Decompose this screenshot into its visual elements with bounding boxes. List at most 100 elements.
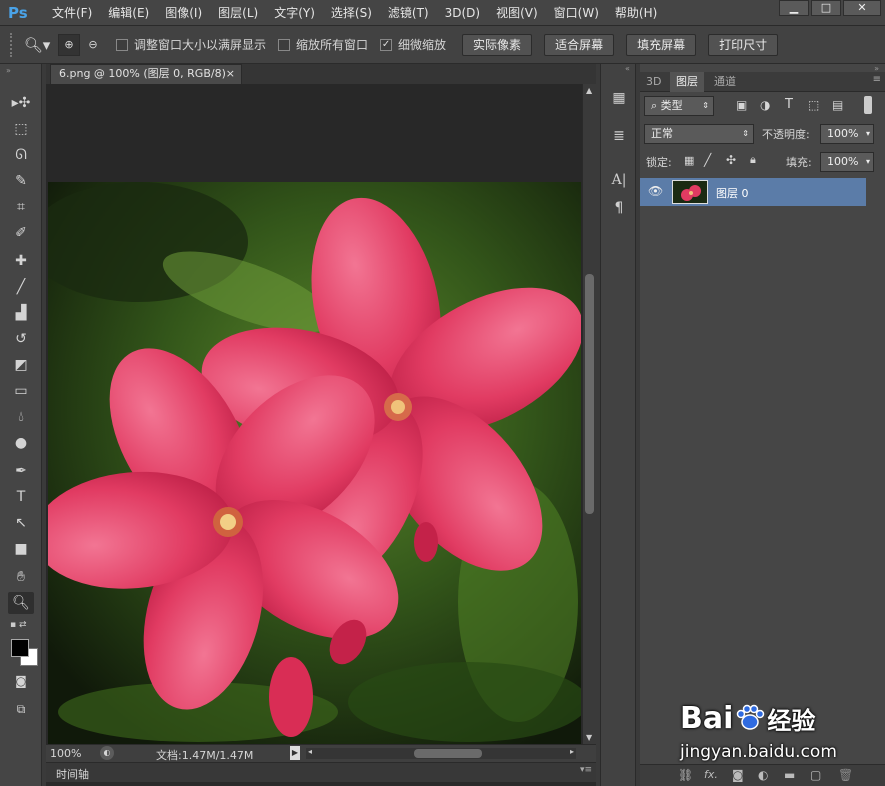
path-selection-tool-icon[interactable]: ↖ [8, 512, 34, 534]
character-panel-icon[interactable]: A| [609, 170, 629, 190]
pen-tool-icon[interactable]: ✒ [8, 460, 34, 482]
move-tool-icon[interactable]: ▸✣ [8, 92, 34, 114]
lasso-tool-icon[interactable]: ᘏ [8, 144, 34, 166]
marquee-tool-icon[interactable]: ⬚ [8, 118, 34, 140]
options-grip[interactable] [10, 32, 16, 57]
paragraph-panel-icon[interactable]: ¶ [609, 198, 629, 218]
hand-tool-icon[interactable]: ✋︎ [8, 566, 34, 588]
layer-row[interactable]: 👁︎ 图层 0 [640, 178, 866, 206]
fill-input[interactable]: 100% ▾ [820, 152, 874, 172]
pixel-filter-icon[interactable]: ▣ [736, 98, 747, 112]
collapse-arrows-icon[interactable]: » [6, 66, 11, 75]
panel-menu-icon[interactable]: ▾≡ [580, 765, 592, 775]
vertical-scrollbar[interactable]: ▲ ▼ [582, 84, 596, 744]
quick-mask-icon[interactable]: ◙ [8, 670, 34, 692]
menu-view[interactable]: 视图(V) [488, 0, 546, 26]
zoom-tool-icon[interactable]: 🔍︎ [8, 592, 34, 614]
lock-image-icon[interactable]: ╱ [704, 153, 711, 167]
chevron-down-icon[interactable]: ▾ [866, 125, 870, 143]
menu-type[interactable]: 文字(Y) [266, 0, 323, 26]
crop-tool-icon[interactable]: ⌗ [8, 196, 34, 218]
minimize-button[interactable]: ▁ [779, 0, 809, 16]
status-bar: 100% ◐ 文档:1.47M/1.47M ▶ ◂ ▸ [46, 744, 596, 762]
maximize-button[interactable]: □ [811, 0, 841, 16]
status-menu-arrow-icon[interactable]: ▶ [290, 746, 300, 760]
tab-close-icon[interactable]: × [226, 65, 235, 83]
tab-3d[interactable]: 3D [640, 72, 667, 92]
dodge-tool-icon[interactable]: ● [8, 432, 34, 454]
resize-windows-checkbox[interactable]: 调整窗口大小以满屏显示 [116, 36, 266, 53]
zoom-level[interactable]: 100% [50, 747, 81, 760]
rectangle-tool-icon[interactable]: ■ [8, 538, 34, 560]
scrubby-zoom-checkbox[interactable]: ✓ 细微缩放 [380, 36, 446, 53]
search-icon: ⌕ [651, 99, 661, 112]
tab-layers[interactable]: 图层 [670, 72, 704, 92]
vertical-scroll-thumb[interactable] [585, 274, 594, 514]
layer-name[interactable]: 图层 0 [716, 185, 749, 201]
lock-position-icon[interactable]: ✣ [726, 153, 736, 167]
layer-filter-dropdown[interactable]: ⌕ 类型 ⇕ [644, 96, 714, 116]
menu-edit[interactable]: 编辑(E) [100, 0, 157, 26]
fill-screen-button[interactable]: 填充屏幕 [626, 33, 697, 56]
checkbox-box[interactable] [278, 38, 291, 51]
horizontal-scrollbar[interactable]: ◂ ▸ [306, 747, 576, 759]
menu-file[interactable]: 文件(F) [44, 0, 100, 26]
smart-object-filter-icon[interactable]: ▤ [832, 98, 843, 112]
zoom-all-windows-checkbox[interactable]: 缩放所有窗口 [278, 36, 368, 53]
scroll-right-arrow-icon[interactable]: ▸ [570, 747, 574, 756]
close-button[interactable]: ✕ [843, 0, 881, 16]
shape-filter-icon[interactable]: ⬚ [808, 98, 819, 112]
eraser-tool-icon[interactable]: ◩ [8, 354, 34, 376]
brush-tool-icon[interactable]: ╱ [8, 276, 34, 298]
status-info-icon[interactable]: ◐ [100, 746, 114, 760]
menu-filter[interactable]: 滤镜(T) [380, 0, 437, 26]
lock-transparency-icon[interactable]: ▦ [684, 154, 694, 167]
history-brush-tool-icon[interactable]: ↺ [8, 328, 34, 350]
lock-all-icon[interactable]: 🔒︎ [750, 153, 756, 167]
type-filter-icon[interactable]: T [785, 97, 793, 112]
scroll-down-arrow-icon[interactable]: ▼ [586, 733, 592, 742]
collapse-arrows-icon[interactable]: « [625, 64, 630, 73]
zoom-tool-preset-icon[interactable]: 🔍︎▾ [22, 36, 52, 54]
panel-menu-icon[interactable]: ≡ [873, 74, 881, 85]
default-colors-icon[interactable]: ▪ ⇄ [10, 620, 27, 630]
timeline-label[interactable]: 时间轴 [56, 766, 89, 782]
menu-window[interactable]: 窗口(W) [546, 0, 607, 26]
clone-stamp-tool-icon[interactable]: ▟ [8, 302, 34, 324]
canvas-area[interactable] [46, 84, 582, 744]
eye-visibility-icon[interactable]: 👁︎ [648, 184, 663, 198]
actual-pixels-button[interactable]: 实际像素 [462, 33, 533, 56]
eyedropper-tool-icon[interactable]: ✐ [8, 222, 34, 244]
healing-brush-tool-icon[interactable]: ✚ [8, 250, 34, 272]
menu-help[interactable]: 帮助(H) [607, 0, 665, 26]
horizontal-scroll-thumb[interactable] [414, 749, 482, 758]
blur-tool-icon[interactable]: 💧︎ [8, 406, 34, 428]
scroll-up-arrow-icon[interactable]: ▲ [586, 86, 592, 95]
chevron-down-icon[interactable]: ▾ [866, 153, 870, 171]
scroll-left-arrow-icon[interactable]: ◂ [308, 747, 312, 756]
history-panel-icon[interactable]: ▦ [609, 88, 629, 108]
menu-image[interactable]: 图像(I) [157, 0, 210, 26]
menu-3d[interactable]: 3D(D) [437, 0, 488, 26]
opacity-input[interactable]: 100% ▾ [820, 124, 874, 144]
menu-select[interactable]: 选择(S) [323, 0, 380, 26]
filter-kind-label: 类型 [660, 99, 683, 112]
checkbox-box-checked[interactable]: ✓ [380, 38, 393, 51]
tab-channels[interactable]: 通道 [708, 72, 742, 92]
gradient-tool-icon[interactable]: ▭ [8, 380, 34, 402]
properties-panel-icon[interactable]: ≣ [609, 126, 629, 146]
document-tab[interactable]: 6.png @ 100% (图层 0, RGB/8) × [50, 64, 242, 84]
zoom-out-icon[interactable]: ⊖ [82, 34, 104, 56]
checkbox-box[interactable] [116, 38, 128, 51]
fit-screen-button[interactable]: 适合屏幕 [544, 33, 615, 56]
blend-mode-dropdown[interactable]: 正常 ⇕ [644, 124, 754, 144]
print-size-button[interactable]: 打印尺寸 [708, 33, 779, 56]
filter-toggle-switch[interactable] [864, 96, 872, 114]
type-tool-icon[interactable]: T [8, 486, 34, 508]
quick-select-tool-icon[interactable]: ✎ [8, 170, 34, 192]
foreground-color-swatch[interactable] [11, 639, 29, 657]
adjustment-filter-icon[interactable]: ◑ [760, 98, 770, 112]
menu-layer[interactable]: 图层(L) [210, 0, 266, 26]
screen-mode-icon[interactable]: ⧉ [8, 698, 34, 720]
zoom-in-icon[interactable]: ⊕ [58, 33, 80, 56]
